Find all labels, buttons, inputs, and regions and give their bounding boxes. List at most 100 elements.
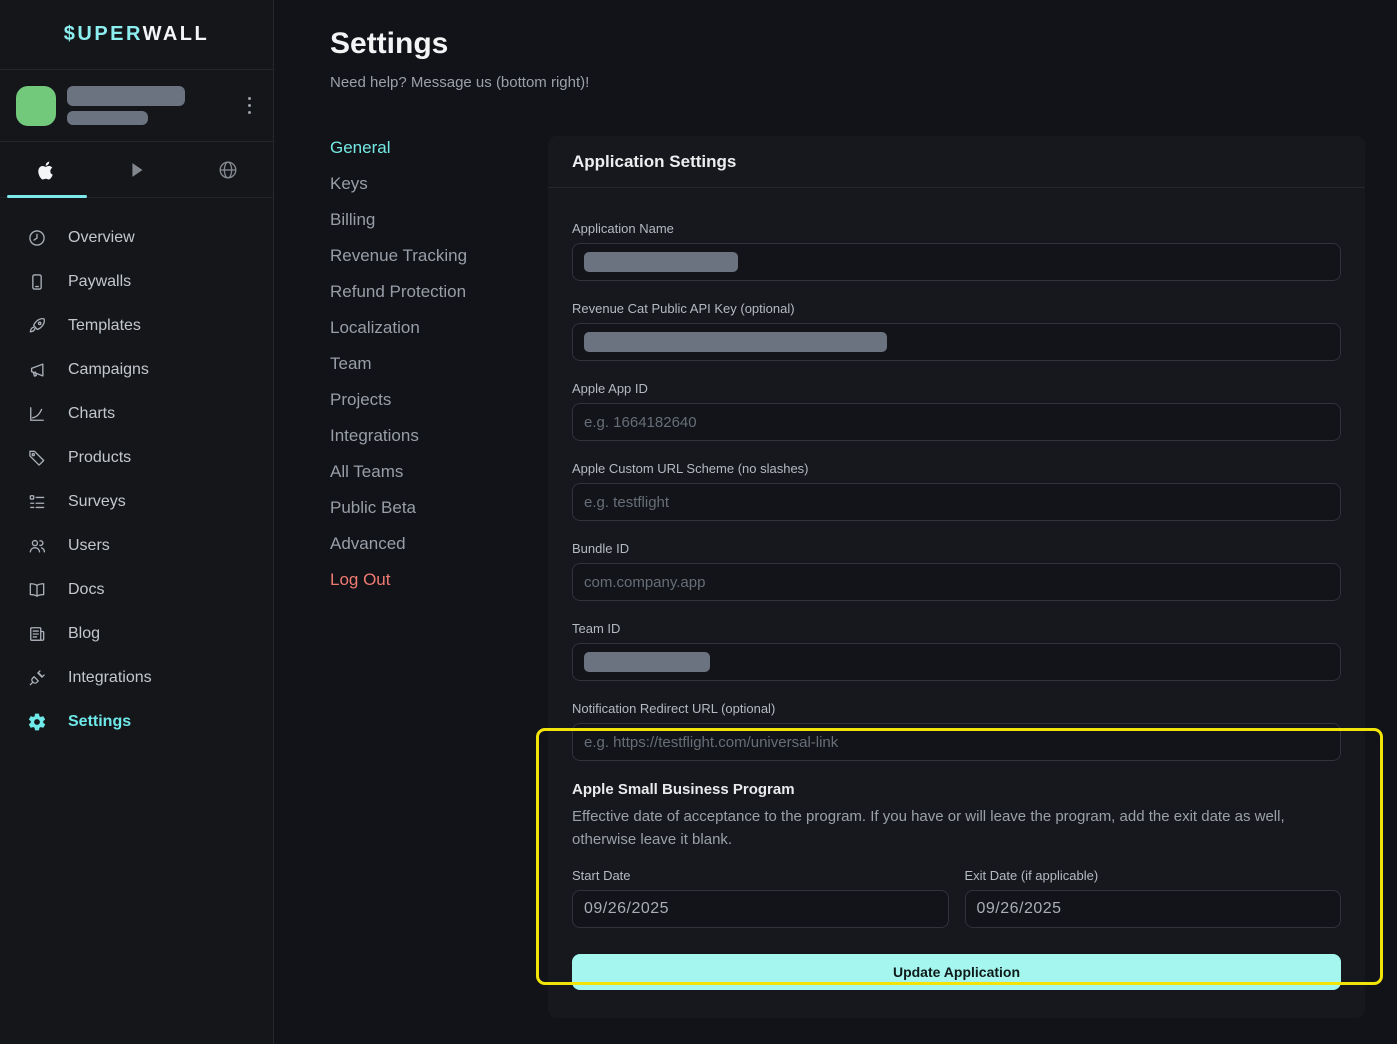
exit-date-input[interactable] (965, 890, 1342, 928)
workspace-switcher (0, 70, 273, 142)
brand-logo-text: $UPERWALL (64, 23, 209, 46)
sidebar-item-overview[interactable]: Overview (0, 216, 273, 260)
sidebar-item-label: Docs (68, 581, 104, 599)
redacted-text-bar (67, 86, 185, 106)
sidebar-item-surveys[interactable]: Surveys (0, 480, 273, 524)
settings-section-nav: General Keys Billing Revenue Tracking Re… (330, 136, 548, 1018)
workspace-avatar (16, 86, 56, 126)
checklist-icon (27, 492, 47, 512)
open-book-icon (27, 580, 47, 600)
field-label: Exit Date (if applicable) (965, 868, 1342, 883)
settings-nav-public-beta[interactable]: Public Beta (330, 498, 548, 518)
apple-custom-url-scheme-input[interactable] (572, 483, 1341, 521)
field-application-name: Application Name (572, 221, 1341, 281)
field-apple-app-id: Apple App ID (572, 381, 1341, 441)
field-label: Team ID (572, 621, 1341, 636)
sbp-date-row: Start Date Exit Date (if applicable) (572, 868, 1341, 928)
field-label: Start Date (572, 868, 949, 883)
sidebar-item-docs[interactable]: Docs (0, 568, 273, 612)
sidebar-item-campaigns[interactable]: Campaigns (0, 348, 273, 392)
field-label: Notification Redirect URL (optional) (572, 701, 1341, 716)
settings-nav-advanced[interactable]: Advanced (330, 534, 548, 554)
field-revenuecat-api-key: Revenue Cat Public API Key (optional) (572, 301, 1341, 361)
sidebar-item-label: Campaigns (68, 361, 149, 379)
sidebar-item-label: Overview (68, 229, 135, 247)
notification-redirect-url-input[interactable] (572, 723, 1341, 761)
line-chart-icon (27, 404, 47, 424)
redacted-value (584, 332, 887, 352)
brand-logo-left: $UPER (64, 23, 143, 45)
settings-nav-keys[interactable]: Keys (330, 174, 548, 194)
settings-nav-revenue-tracking[interactable]: Revenue Tracking (330, 246, 548, 266)
redacted-value (584, 652, 710, 672)
field-bundle-id: Bundle ID (572, 541, 1341, 601)
kebab-menu-icon[interactable] (242, 91, 257, 120)
field-label: Bundle ID (572, 541, 1341, 556)
sidebar-item-products[interactable]: Products (0, 436, 273, 480)
sidebar-item-settings[interactable]: Settings (0, 700, 273, 744)
sidebar-item-label: Surveys (68, 493, 126, 511)
google-play-icon (126, 159, 148, 181)
sidebar-item-label: Paywalls (68, 273, 131, 291)
field-label: Apple Custom URL Scheme (no slashes) (572, 461, 1341, 476)
revenuecat-api-key-input[interactable] (572, 323, 1341, 361)
page-subtitle: Need help? Message us (bottom right)! (330, 73, 1397, 92)
field-label: Apple App ID (572, 381, 1341, 396)
card-body: Application Name Revenue Cat Public API … (548, 188, 1365, 1018)
sidebar: $UPERWALL Overview (0, 0, 274, 1044)
update-application-button[interactable]: Update Application (572, 954, 1341, 990)
sidebar-item-templates[interactable]: Templates (0, 304, 273, 348)
workspace-name-redacted (67, 86, 242, 125)
field-notification-redirect-url: Notification Redirect URL (optional) (572, 701, 1341, 761)
settings-nav-integrations[interactable]: Integrations (330, 426, 548, 446)
sidebar-item-label: Integrations (68, 669, 152, 687)
field-start-date: Start Date (572, 868, 949, 928)
people-icon (27, 536, 47, 556)
settings-nav-localization[interactable]: Localization (330, 318, 548, 338)
tag-icon (27, 448, 47, 468)
sidebar-item-charts[interactable]: Charts (0, 392, 273, 436)
field-exit-date: Exit Date (if applicable) (965, 868, 1342, 928)
sidebar-item-blog[interactable]: Blog (0, 612, 273, 656)
megaphone-icon (27, 360, 47, 380)
card-title: Application Settings (572, 152, 736, 172)
sidebar-item-paywalls[interactable]: Paywalls (0, 260, 273, 304)
newspaper-icon (27, 624, 47, 644)
globe-icon (217, 159, 239, 181)
phone-icon (27, 272, 47, 292)
sidebar-item-label: Blog (68, 625, 100, 643)
settings-nav-general[interactable]: General (330, 138, 548, 158)
apple-icon (35, 159, 57, 181)
sidebar-item-integrations[interactable]: Integrations (0, 656, 273, 700)
overview-clock-icon (27, 228, 47, 248)
application-name-input[interactable] (572, 243, 1341, 281)
sidebar-item-label: Products (68, 449, 131, 467)
bundle-id-input[interactable] (572, 563, 1341, 601)
platform-tabs (0, 142, 273, 198)
sbp-description: Effective date of acceptance to the prog… (572, 805, 1341, 851)
apple-app-id-input[interactable] (572, 403, 1341, 441)
settings-nav-team[interactable]: Team (330, 354, 548, 374)
application-settings-card: Application Settings Application Name Re… (548, 136, 1365, 1018)
team-id-input[interactable] (572, 643, 1341, 681)
sidebar-item-label: Settings (68, 713, 131, 731)
sidebar-item-users[interactable]: Users (0, 524, 273, 568)
start-date-input[interactable] (572, 890, 949, 928)
settings-nav-refund-protection[interactable]: Refund Protection (330, 282, 548, 302)
page-title: Settings (330, 23, 1397, 64)
field-label: Application Name (572, 221, 1341, 236)
tab-apple[interactable] (0, 142, 91, 197)
brand-logo-right: WALL (143, 23, 210, 45)
field-apple-custom-url-scheme: Apple Custom URL Scheme (no slashes) (572, 461, 1341, 521)
field-team-id: Team ID (572, 621, 1341, 681)
settings-nav-log-out[interactable]: Log Out (330, 570, 548, 590)
settings-nav-billing[interactable]: Billing (330, 210, 548, 230)
sidebar-item-label: Users (68, 537, 110, 555)
apple-small-business-program-section: Apple Small Business Program Effective d… (572, 781, 1341, 928)
brand-logo[interactable]: $UPERWALL (0, 0, 273, 70)
settings-nav-all-teams[interactable]: All Teams (330, 462, 548, 482)
tab-google-play[interactable] (91, 142, 182, 197)
tab-web[interactable] (182, 142, 273, 197)
settings-nav-projects[interactable]: Projects (330, 390, 548, 410)
sbp-title: Apple Small Business Program (572, 781, 1341, 798)
